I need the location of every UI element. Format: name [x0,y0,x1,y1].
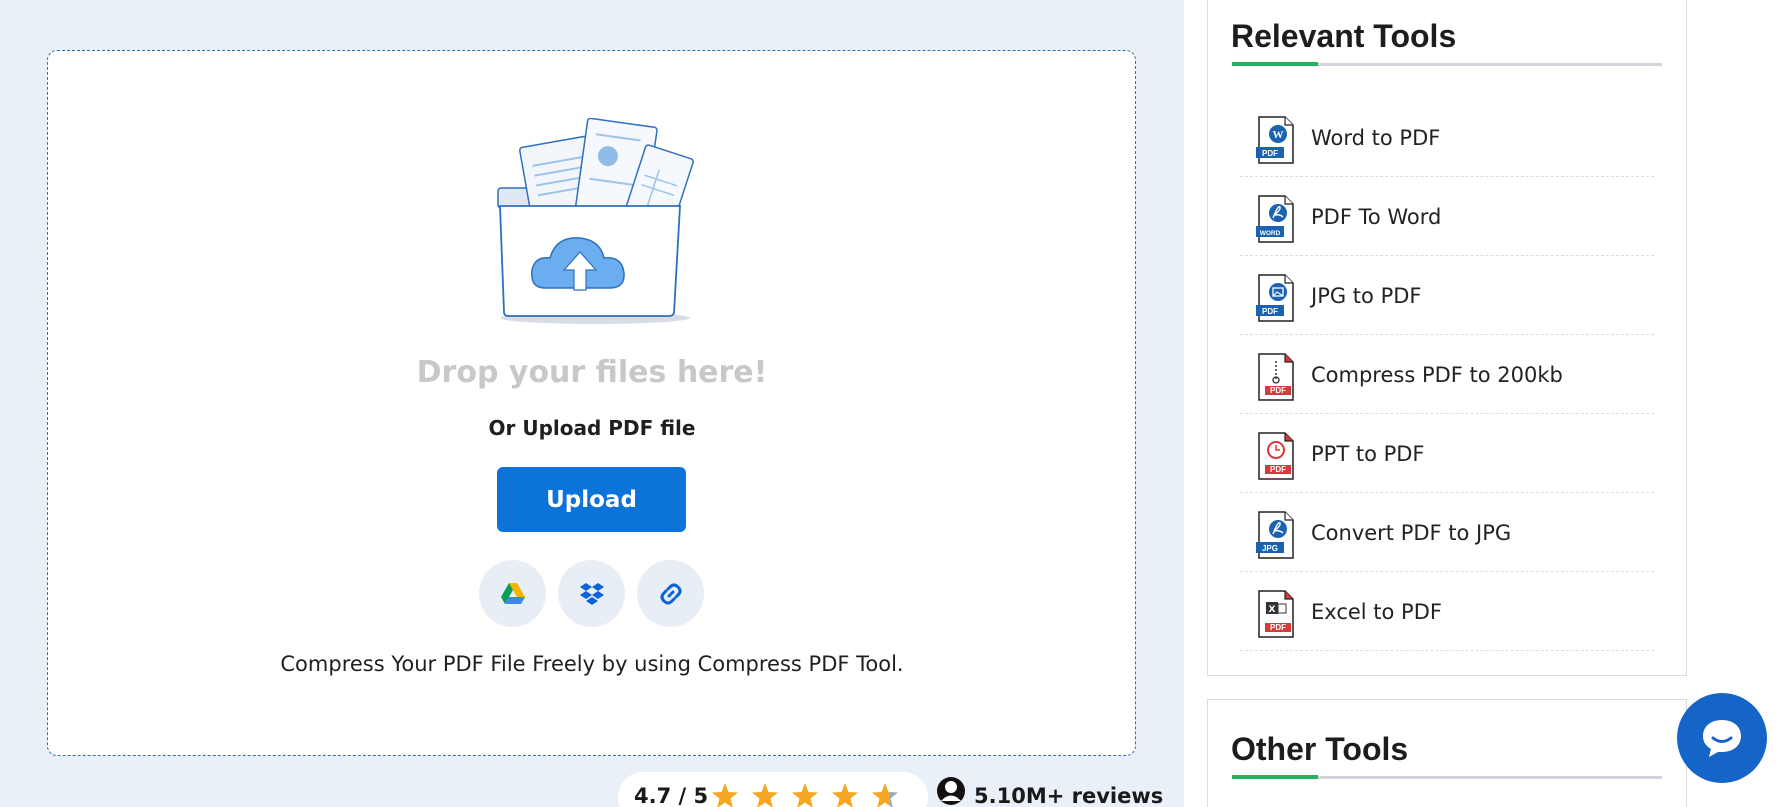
star-icon [752,783,778,807]
folder-upload-illustration [497,118,694,324]
dropbox-icon [579,582,604,605]
tool-item-label: PDF To Word [1311,205,1442,229]
star-icon [712,783,738,807]
compress-pdf-icon: PDF [1258,353,1294,401]
jpg-to-pdf-icon: PDF [1256,274,1294,322]
relevant-tools-title: Relevant Tools [1231,18,1457,54]
url-link-button[interactable] [637,560,704,627]
tool-item-label: Convert PDF to JPG [1311,521,1512,545]
other-tools-title: Other Tools [1231,731,1409,767]
live-chat-button[interactable] [1677,693,1767,783]
tool-item[interactable]: X PDF Excel to PDF [1240,572,1654,651]
drop-files-heading: Drop your files here! [416,355,768,390]
chat-bubble-icon [1703,720,1741,757]
google-drive-icon [500,582,525,604]
reviews-count: 5.10M+ reviews [974,784,1164,807]
svg-text:WORD: WORD [1260,230,1281,237]
tool-item[interactable]: PDF PPT to PDF [1240,414,1654,493]
svg-text:PDF: PDF [1262,307,1278,316]
svg-text:W: W [1273,129,1284,141]
tool-item-label: Word to PDF [1311,126,1441,150]
star-icon [872,783,898,807]
upload-subheading: Or Upload PDF file [488,416,696,440]
link-icon [660,583,681,604]
relevant-tools-underline [1232,62,1662,66]
tool-item[interactable]: WORD PDF To Word [1240,177,1654,256]
tool-description: Compress Your PDF File Freely by using C… [280,652,904,676]
tool-item[interactable]: W PDF Word to PDF [1240,98,1654,177]
tool-item-label: Excel to PDF [1311,600,1442,624]
excel-to-pdf-icon: X PDF [1258,590,1294,638]
svg-text:PDF: PDF [1262,149,1278,158]
svg-text:PDF: PDF [1270,623,1286,632]
dropbox-button[interactable] [558,560,625,627]
upload-button[interactable]: Upload [497,467,686,532]
svg-text:X: X [1269,605,1276,615]
svg-text:JPG: JPG [1262,544,1278,553]
svg-text:PDF: PDF [1270,465,1286,474]
svg-text:PDF: PDF [1270,386,1286,395]
pdf-to-jpg-icon: JPG [1256,511,1294,559]
word-to-pdf-icon: W PDF [1256,116,1294,164]
tool-item[interactable]: PDF Compress PDF to 200kb [1240,335,1654,414]
tool-item[interactable]: JPG Convert PDF to JPG [1240,493,1654,572]
tool-item-label: JPG to PDF [1311,284,1422,308]
other-tools-underline [1232,775,1662,779]
google-drive-button[interactable] [479,560,546,627]
rating-score: 4.7 / 5 [634,784,709,807]
ppt-to-pdf-icon: PDF [1258,432,1294,480]
star-icon [792,783,818,807]
tool-item-label: Compress PDF to 200kb [1311,363,1563,387]
tool-item-label: PPT to PDF [1311,442,1425,466]
user-icon [937,777,965,805]
tool-item[interactable]: PDF JPG to PDF [1240,256,1654,335]
pdf-to-word-icon: WORD [1256,195,1294,243]
star-icon [832,783,858,807]
